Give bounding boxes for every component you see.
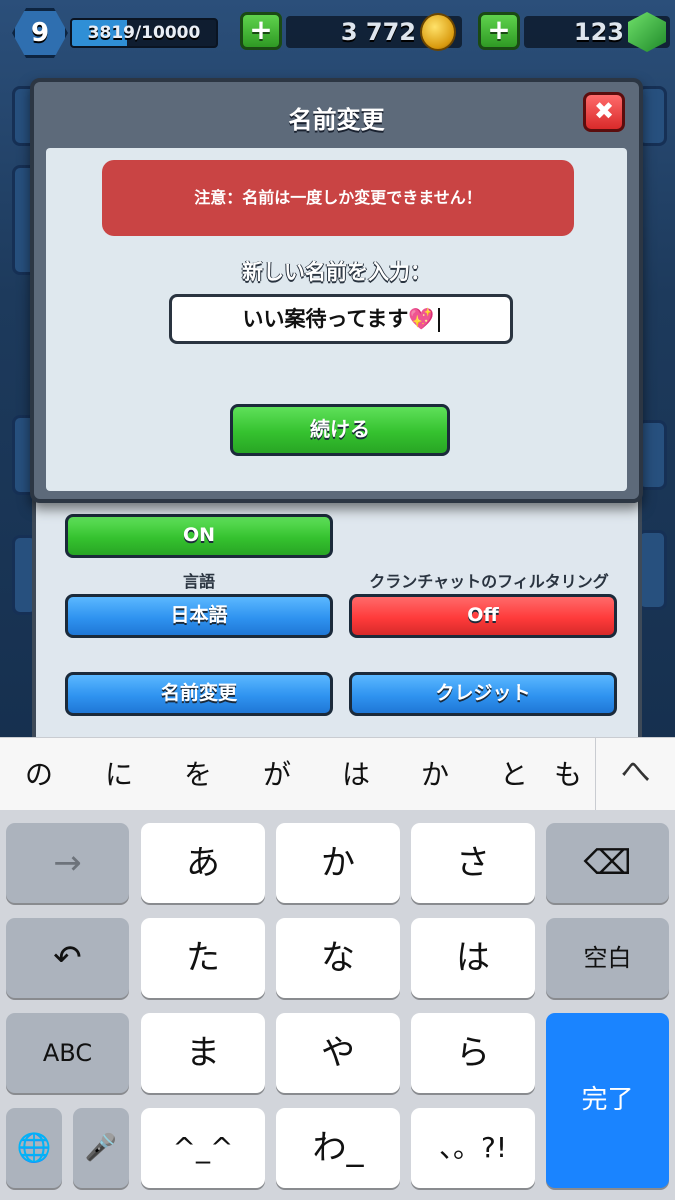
globe-icon: 🌐: [16, 1131, 52, 1164]
globe-key[interactable]: 🌐: [6, 1108, 62, 1188]
text-caret: [437, 308, 440, 332]
suggestion-item[interactable]: も: [548, 738, 588, 811]
add-gems-button[interactable]: +: [478, 12, 520, 50]
key-ra[interactable]: ら: [411, 1013, 535, 1093]
backspace-key[interactable]: ⌫: [546, 823, 669, 903]
rename-dialog: 名前変更 ✖ 注意：名前は一度しか変更できません！ 新しい名前を入力： いい案待…: [30, 78, 643, 503]
punctuation-key[interactable]: 、。?!: [411, 1108, 535, 1188]
kaomoji-key[interactable]: ^_^: [141, 1108, 265, 1188]
rename-button[interactable]: 名前変更: [65, 672, 333, 716]
key-ma[interactable]: ま: [141, 1013, 265, 1093]
add-gold-button[interactable]: +: [240, 12, 282, 50]
suggestion-item[interactable]: の: [4, 738, 74, 811]
experience-bar: 3819/10000: [70, 18, 218, 48]
space-key[interactable]: 空白: [546, 918, 669, 998]
keyboard-suggestion-bar: の に を が は か と も へ: [0, 737, 675, 811]
arrow-right-icon: →: [53, 843, 82, 883]
credits-button[interactable]: クレジット: [349, 672, 617, 716]
undo-key[interactable]: ↶: [6, 918, 129, 998]
expand-suggestions-button[interactable]: へ: [595, 738, 675, 811]
close-icon: ✖: [593, 97, 615, 125]
gold-amount: 3 772: [340, 18, 416, 46]
dialog-title: 名前変更: [288, 106, 385, 134]
warning-message: 注意：名前は一度しか変更できません！: [102, 160, 574, 236]
key-na[interactable]: な: [276, 918, 400, 998]
new-name-value: いい案待ってます💖: [242, 307, 435, 331]
done-key[interactable]: 完了: [546, 1013, 669, 1188]
suggestion-item[interactable]: か: [400, 738, 470, 811]
gem-icon: [628, 12, 666, 52]
top-resource-bar: 3819/10000 9 + 3 772 + 123: [0, 0, 675, 64]
experience-text: 3819/10000: [87, 23, 201, 43]
language-label: 言語: [182, 572, 215, 591]
clan-chat-filter-label: クランチャットのフィルタリング: [369, 572, 609, 591]
microphone-key[interactable]: 🎤: [73, 1108, 129, 1188]
key-a[interactable]: あ: [141, 823, 265, 903]
key-ha[interactable]: は: [411, 918, 535, 998]
undo-icon: ↶: [53, 938, 82, 978]
key-ya[interactable]: や: [276, 1013, 400, 1093]
abc-key[interactable]: ABC: [6, 1013, 129, 1093]
key-ta[interactable]: た: [141, 918, 265, 998]
clan-chat-filter-toggle[interactable]: Off: [349, 594, 617, 638]
suggestion-item[interactable]: に: [84, 738, 154, 811]
key-sa[interactable]: さ: [411, 823, 535, 903]
suggestion-item[interactable]: が: [242, 738, 312, 811]
japanese-keyboard: → あ か さ ⌫ ↶ た な は 空白 ABC ま や ら 完了 🌐 🎤 ^_…: [0, 810, 675, 1200]
backspace-icon: ⌫: [583, 843, 632, 883]
level-badge[interactable]: 9: [12, 8, 68, 58]
settings-panel: ON 言語 クランチャットのフィルタリング 日本語 Off 名前変更 クレジット: [32, 460, 642, 750]
gems-amount: 123: [573, 18, 624, 46]
language-button[interactable]: 日本語: [65, 594, 333, 638]
new-name-label: 新しい名前を入力：: [242, 260, 431, 284]
microphone-icon: 🎤: [84, 1133, 118, 1163]
gem-counter: 123: [524, 12, 670, 52]
suggestion-item[interactable]: と: [479, 738, 549, 811]
toggle-on-button[interactable]: ON: [65, 514, 333, 558]
suggestion-item[interactable]: を: [163, 738, 233, 811]
close-button[interactable]: ✖: [583, 92, 625, 132]
dialog-body: 注意：名前は一度しか変更できません！ 新しい名前を入力： いい案待ってます💖 続…: [46, 148, 627, 491]
gold-counter: 3 772: [286, 13, 462, 51]
new-name-input[interactable]: いい案待ってます💖: [169, 294, 513, 344]
key-wa[interactable]: わ_: [276, 1108, 400, 1188]
suggestion-item[interactable]: は: [321, 738, 391, 811]
gold-coin-icon: [420, 13, 456, 51]
continue-button[interactable]: 続ける: [230, 404, 450, 456]
key-ka[interactable]: か: [276, 823, 400, 903]
arrow-right-key[interactable]: →: [6, 823, 129, 903]
